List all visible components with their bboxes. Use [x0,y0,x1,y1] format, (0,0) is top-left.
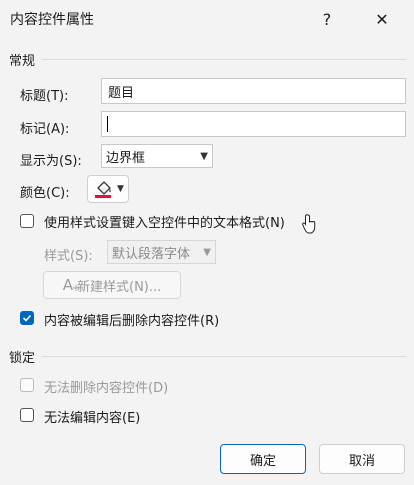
title-label: 标题(T): [20,89,69,104]
tag-input[interactable] [101,111,406,137]
remove-after-edit-checkbox[interactable] [20,311,34,325]
window-title: 内容控件属性 [10,12,94,28]
style-value: 默认段落字体 [112,246,191,262]
new-style-button[interactable]: A + 新建样式(N)... [43,271,181,299]
no-edit-label[interactable]: 无法编辑内容(E) [44,407,140,426]
use-style-label[interactable]: 使用样式设置键入空控件中的文本格式(N) [44,212,285,231]
no-edit-checkbox[interactable] [20,408,34,422]
color-label: 颜色(C): [20,186,70,201]
checkmark-icon [22,314,32,322]
chevron-down-icon: ▼ [200,150,208,162]
text-caret [107,116,108,132]
title-value: 题目 [108,86,135,101]
cursor-icon [302,214,316,234]
remove-after-edit-label[interactable]: 内容被编辑后删除内容控件(R) [44,310,219,329]
new-style-label: 新建样式(N)... [77,279,162,295]
help-button[interactable]: ? [309,4,345,34]
locking-section-label: 锁定 [9,351,36,366]
tag-label: 标记(A): [20,122,70,137]
no-delete-label[interactable]: 无法删除内容控件(D) [44,377,168,396]
use-style-checkbox[interactable] [20,214,34,228]
close-button[interactable]: ✕ [364,4,400,34]
show-as-select[interactable]: 边界框 ▼ [101,144,213,168]
locking-separator [42,356,406,357]
paint-bucket-icon [95,181,111,198]
ok-button[interactable]: 确定 [220,444,306,474]
show-as-value: 边界框 [106,150,146,166]
color-picker-button[interactable]: ▼ [87,175,129,203]
style-select[interactable]: 默认段落字体 ▼ [107,240,216,264]
new-style-icon: A + [62,276,81,294]
title-input[interactable]: 题目 [101,78,406,104]
chevron-down-icon: ▼ [203,246,211,258]
help-icon: ? [322,9,332,29]
chevron-down-icon: ▼ [117,184,124,194]
close-icon: ✕ [375,9,389,29]
general-section-label: 常规 [9,54,36,69]
general-separator [42,59,406,60]
style-label: 样式(S): [44,249,93,264]
show-as-label: 显示为(S): [20,154,82,169]
cancel-button[interactable]: 取消 [319,444,405,474]
no-delete-checkbox[interactable] [20,378,34,392]
